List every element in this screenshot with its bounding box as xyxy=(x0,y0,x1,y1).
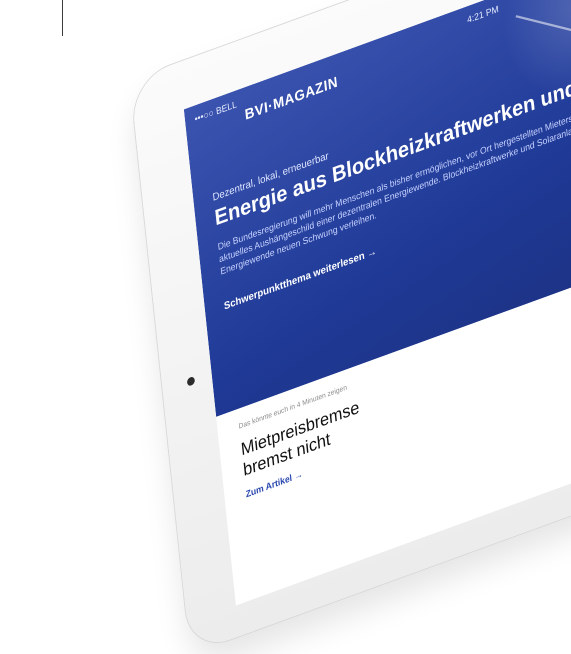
tablet-device: •••○○ BELL 4:21 PM BVI·MAGAZIN Dezentral… xyxy=(130,0,571,654)
clock-label: 4:21 PM xyxy=(466,3,500,26)
divider-line xyxy=(62,0,63,36)
carrier-label: •••○○ BELL xyxy=(194,98,238,125)
camera-dot xyxy=(186,375,196,387)
tablet-screen: •••○○ BELL 4:21 PM BVI·MAGAZIN Dezentral… xyxy=(183,0,571,606)
wind-turbine-blade xyxy=(515,15,571,33)
